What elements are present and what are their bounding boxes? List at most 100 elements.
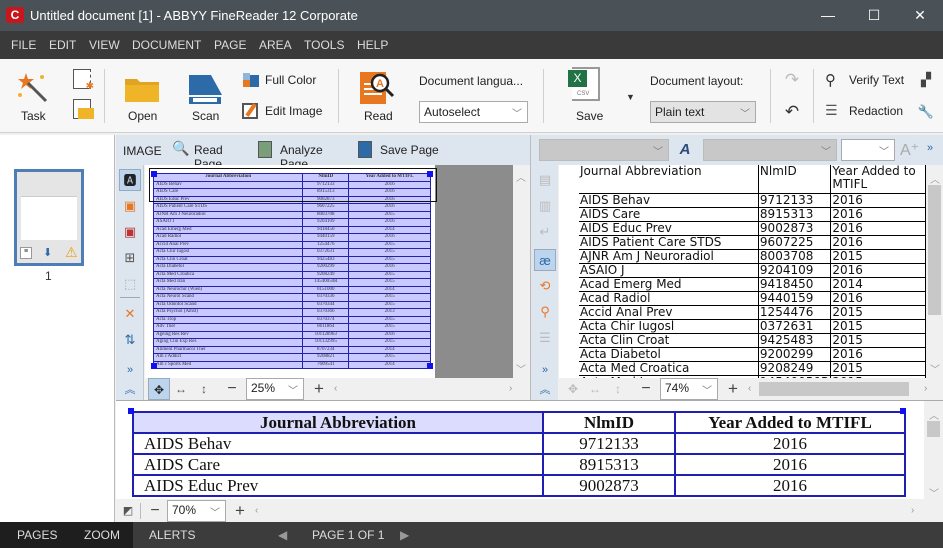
scroll-up-icon[interactable]: ︿ (929, 407, 939, 422)
table-cell[interactable]: Acad Radiol (579, 291, 759, 306)
table-cell[interactable]: 9712133 (758, 193, 832, 208)
check-spelling-button[interactable]: ⟲ (534, 275, 556, 297)
table-cell[interactable]: 9440159 (758, 291, 832, 306)
zoom-vertical-scrollbar[interactable]: ︿ ﹀ (924, 401, 943, 500)
minimize-button[interactable]: — (805, 0, 851, 31)
table-cell[interactable]: 9607225 (758, 235, 832, 250)
menu-help[interactable]: HELP (357, 38, 388, 52)
table-cell[interactable]: 9204109 (758, 263, 832, 278)
text-vertical-scrollbar[interactable]: ︿ ﹀ (926, 165, 943, 378)
more-tools-button[interactable]: » (119, 359, 141, 381)
table-cell[interactable]: 1254476 (758, 305, 832, 320)
zoom-in-button[interactable]: + (229, 500, 251, 522)
table-cell[interactable]: 9425483 (758, 333, 832, 348)
scroll-right-icon[interactable]: › (911, 505, 914, 516)
fit-width-button[interactable]: ↔ (584, 378, 606, 400)
area-order-tool[interactable]: ⇅ (119, 329, 141, 351)
table-cell[interactable]: 9418450 (758, 277, 832, 292)
save-options-dropdown[interactable]: ▼ (626, 92, 635, 102)
background-picture-tool[interactable]: ▣ (119, 221, 141, 243)
text-tool-1[interactable]: ▤ (534, 169, 556, 191)
recognized-text-table[interactable]: Journal Abbreviation NlmID Year Added to M… (579, 165, 926, 378)
open-recent-button[interactable] (73, 99, 94, 119)
table-cell[interactable]: 2015 (830, 333, 926, 348)
table-cell[interactable]: 2015 (830, 319, 926, 334)
table-cell[interactable]: AIDS Patient Care STDS (579, 235, 759, 250)
menu-tools[interactable]: TOOLS (304, 38, 344, 52)
table-cell[interactable]: Acta Med Croatica (579, 361, 759, 376)
maximize-button[interactable]: ☐ (851, 0, 897, 31)
zoom-tab[interactable]: ZOOM (84, 528, 120, 542)
picture-area-tool[interactable]: ▣ (119, 195, 141, 217)
fit-page-button[interactable]: ✥ (148, 378, 170, 400)
table-cell[interactable]: Acta Clin Croat (579, 333, 759, 348)
table-cell[interactable]: 2016 (830, 347, 926, 362)
text-tool-3[interactable]: ↵ (534, 221, 556, 243)
table-cell[interactable]: 2016 (830, 263, 926, 278)
more-text-side-tools[interactable]: » (534, 359, 556, 381)
zoom-pane-options-button[interactable]: ◩ (117, 500, 139, 522)
barcode-area-tool[interactable]: ⬚ (119, 273, 141, 295)
page-thumbnail[interactable]: ≡ ⬇ ⚠ (14, 169, 84, 266)
table-cell[interactable]: 2016 (830, 193, 926, 208)
scroll-left-icon[interactable]: ‹ (255, 505, 258, 516)
scroll-down-icon[interactable]: ﹀ (516, 361, 526, 376)
horizontal-scrollbar-thumb[interactable] (759, 382, 909, 396)
table-cell[interactable]: ASAIO J (579, 263, 759, 278)
table-cell[interactable]: 8003708 (758, 249, 832, 264)
previous-page-button[interactable]: ◀ (278, 528, 287, 542)
verify-text-button[interactable]: ⚲ Verify Text (825, 71, 907, 91)
fit-page-button[interactable]: ✥ (562, 378, 584, 400)
zoom-pane-select[interactable]: 70% ﹀ (167, 500, 226, 522)
close-button[interactable]: ✕ (897, 0, 943, 31)
menu-page[interactable]: PAGE (214, 38, 246, 52)
table-cell[interactable]: 2015 (830, 249, 926, 264)
table-cell[interactable]: 2015 (830, 305, 926, 320)
read-page-button[interactable]: 🔍 Read Page (172, 140, 252, 171)
menu-document[interactable]: DOCUMENT (132, 38, 201, 52)
font-size-select[interactable]: ﹀ (841, 139, 895, 161)
scroll-up-icon[interactable]: ︿ (516, 169, 526, 184)
more-text-tools-button[interactable]: » (927, 142, 933, 154)
scroll-down-icon[interactable]: ﹀ (930, 361, 940, 376)
collapse-text-pane-button[interactable]: ︽ (534, 379, 556, 401)
menu-view[interactable]: VIEW (89, 38, 120, 52)
table-cell[interactable]: AIDS Educ Prev (579, 221, 759, 236)
table-cell[interactable]: Acta Chir Iugosl (579, 319, 759, 334)
redo-button[interactable]: ↷ (781, 69, 803, 91)
font-select[interactable]: ﹀ (703, 139, 837, 161)
scroll-right-icon[interactable]: › (924, 383, 927, 394)
scroll-left-icon[interactable]: ‹ (748, 383, 751, 394)
scroll-left-icon[interactable]: ‹ (334, 383, 337, 394)
table-cell[interactable]: Accid Anal Prev (579, 305, 759, 320)
find-button[interactable]: ▞ (915, 69, 937, 91)
table-cell[interactable]: 9208249 (758, 361, 832, 376)
resize-handle[interactable] (427, 363, 433, 369)
table-cell[interactable]: 9002873 (758, 221, 832, 236)
table-cell[interactable]: 2016 (830, 291, 926, 306)
menu-edit[interactable]: EDIT (49, 38, 76, 52)
zoom-out-button[interactable]: − (221, 378, 243, 400)
scroll-right-icon[interactable]: › (509, 383, 512, 394)
scroll-down-icon[interactable]: ﹀ (929, 485, 939, 500)
redaction-button[interactable]: ☰ Redaction (825, 102, 907, 122)
find-next-error-button[interactable]: ⚲ (534, 301, 556, 323)
zoom-in-button[interactable]: + (308, 378, 330, 400)
table-cell[interactable]: AIDS Care (579, 207, 759, 222)
fit-height-button[interactable]: ↕ (193, 378, 215, 400)
table-area-tool[interactable]: ⊞ (119, 247, 141, 269)
table-cell[interactable]: 8915313 (758, 207, 832, 222)
zoom-out-button[interactable]: − (144, 500, 166, 522)
text-tool-7[interactable]: ☰ (534, 327, 556, 349)
alerts-tab[interactable]: ALERTS (149, 528, 195, 542)
image-view[interactable]: Journal Abbreviation NlmID Year Added to M… (145, 165, 513, 378)
document-language-select[interactable]: Autoselect ﹀ (419, 101, 528, 123)
zoom-view[interactable]: Journal Abbreviation NlmID Year Added to M… (116, 401, 924, 499)
table-cell[interactable]: 2016 (830, 235, 926, 250)
zoom-out-button[interactable]: − (635, 378, 657, 400)
table-cell[interactable]: 9200299 (758, 347, 832, 362)
text-zoom-select[interactable]: 74% ﹀ (660, 378, 718, 400)
new-document-button[interactable]: ✱ (73, 69, 94, 92)
text-area-tool[interactable]: 🅰 (119, 169, 141, 191)
resize-handle[interactable] (151, 171, 157, 177)
